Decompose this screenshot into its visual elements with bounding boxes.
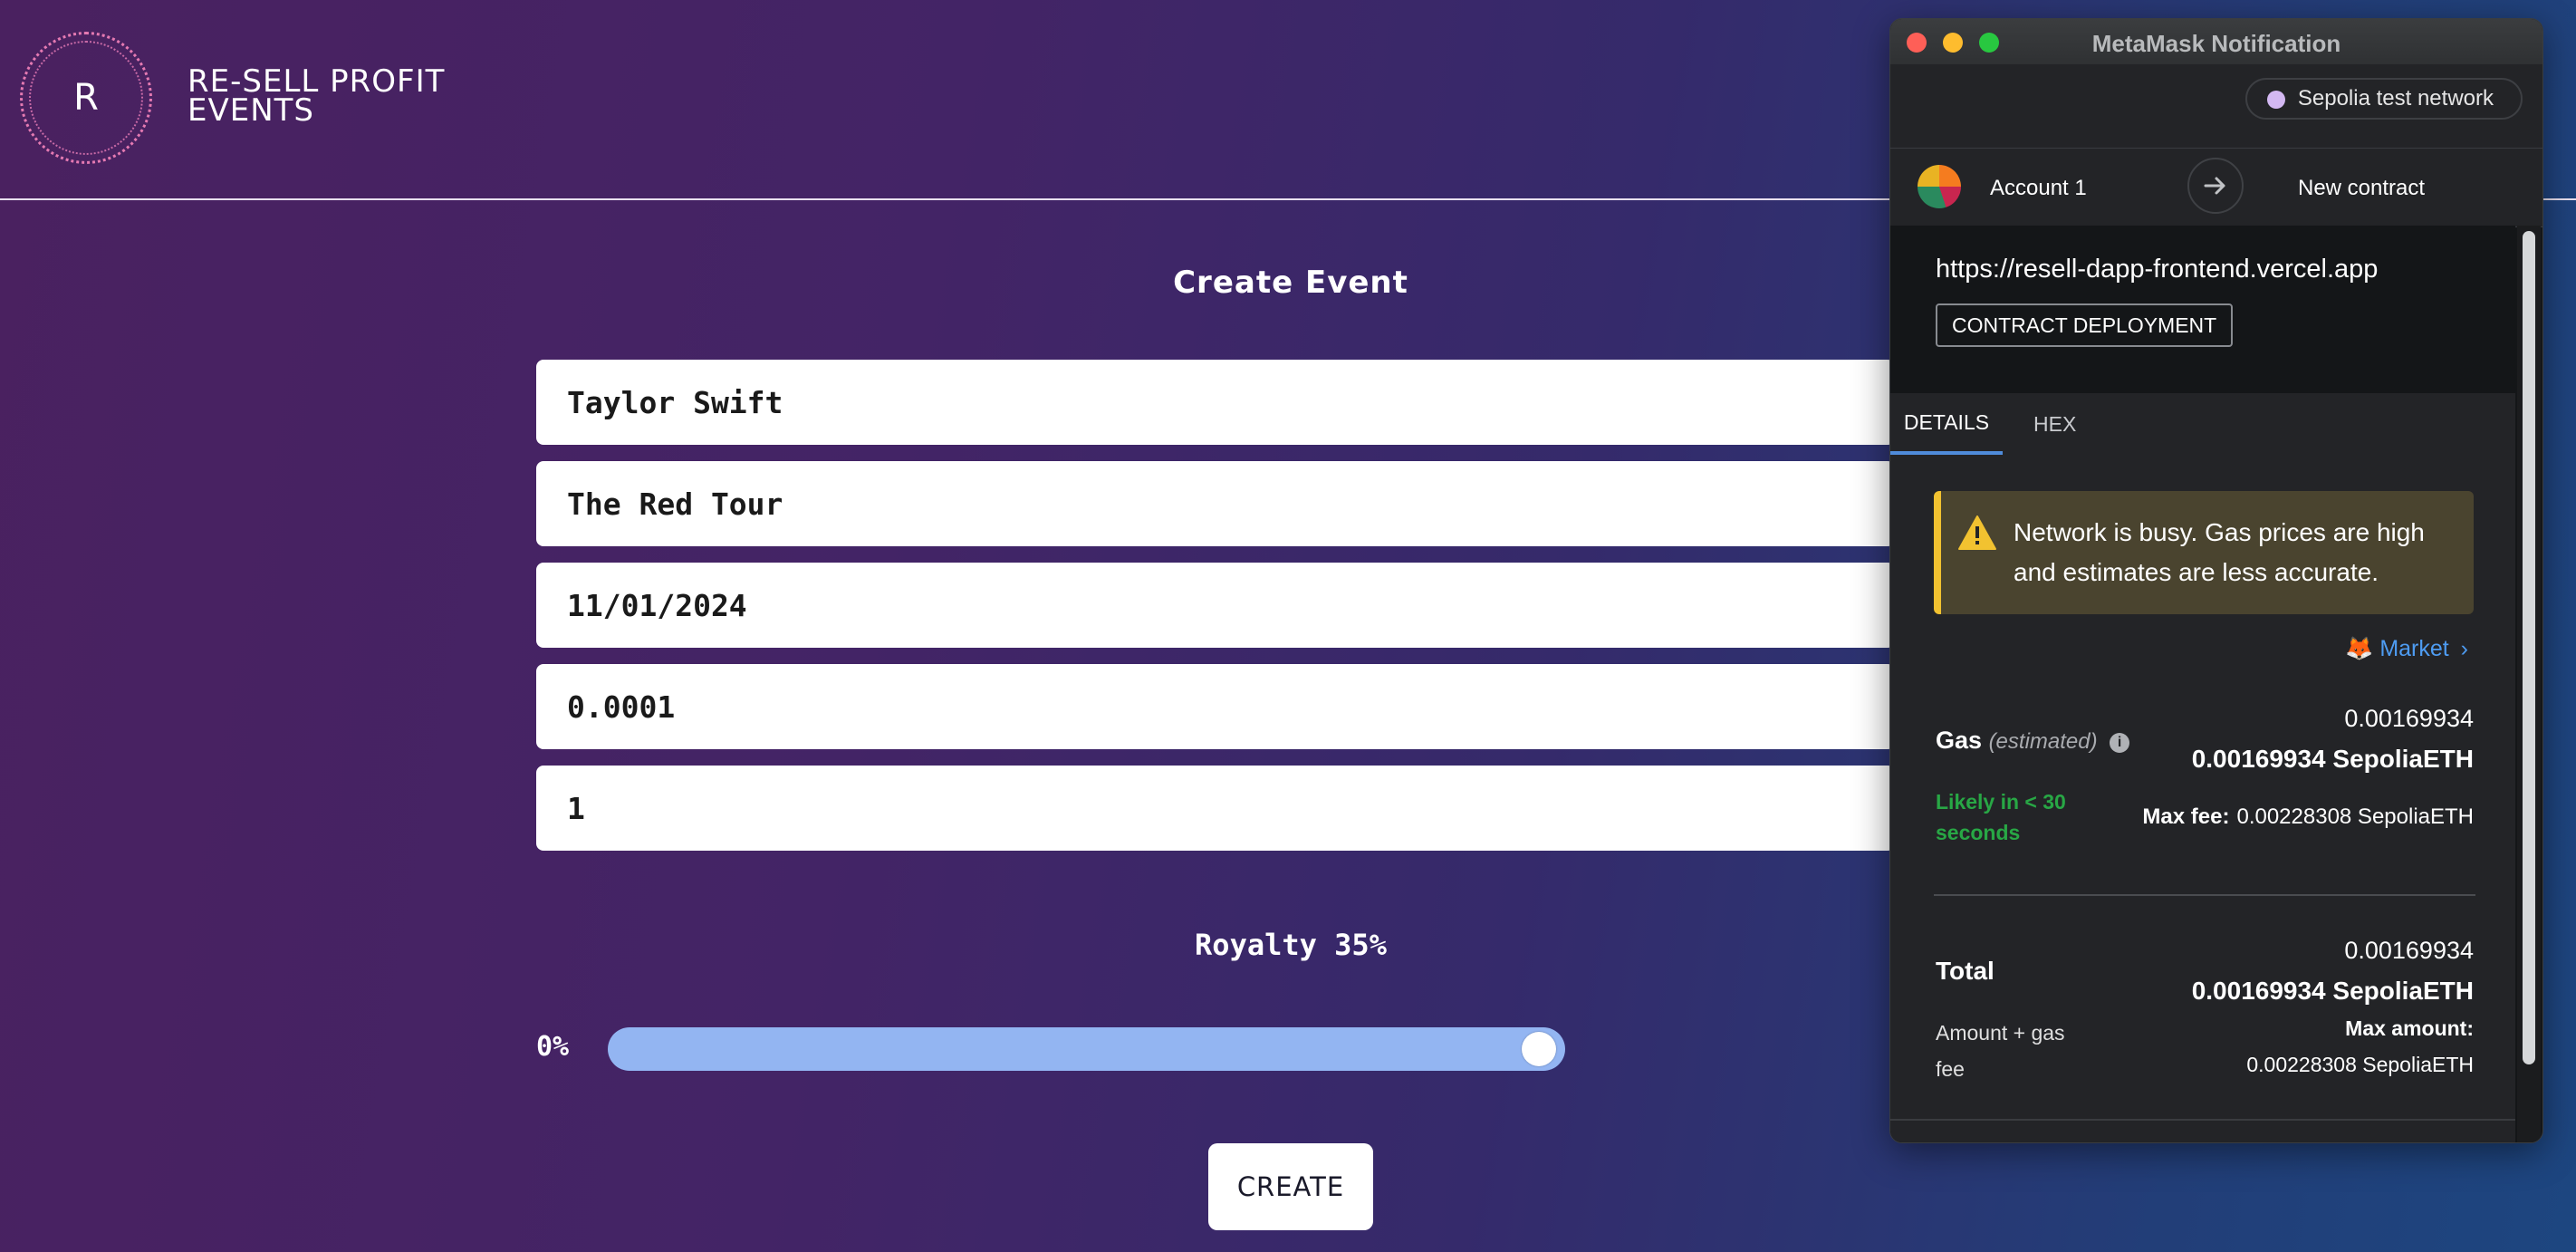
window-titlebar: MetaMask Notification xyxy=(1890,19,2542,65)
tab-hex[interactable]: HEX xyxy=(2033,393,2076,455)
footer-divider xyxy=(1890,1119,2515,1121)
max-fee-value: 0.00228308 SepoliaETH xyxy=(2236,804,2474,829)
brand-name[interactable]: RE-SELL PROFIT EVENTS xyxy=(187,66,445,129)
create-button[interactable]: CREATE xyxy=(1208,1143,1373,1230)
network-bar: Sepolia test network xyxy=(1890,64,2542,148)
network-dot-icon xyxy=(2266,91,2285,109)
total-sub-label: Amount + gas fee xyxy=(1936,1021,2065,1081)
section-divider xyxy=(1934,894,2475,896)
info-icon[interactable]: i xyxy=(2110,733,2130,753)
royalty-label: Royalty 35% xyxy=(1195,928,1387,962)
brand-line-2: EVENTS xyxy=(187,92,315,129)
warning-text: Network is busy. Gas prices are high and… xyxy=(2014,518,2425,586)
transaction-type-badge: CONTRACT DEPLOYMENT xyxy=(1936,303,2234,347)
origin-section: https://resell-dapp-frontend.vercel.app … xyxy=(1890,226,2515,393)
chevron-right-icon: › xyxy=(2460,636,2468,661)
artist-input[interactable]: Taylor Swift xyxy=(536,360,1895,445)
account-row: Account 1 New contract xyxy=(1890,148,2542,227)
metamask-window: MetaMask Notification Sepolia test netwo… xyxy=(1889,18,2543,1143)
total-amount: 0.00169934 xyxy=(2344,937,2474,964)
brand-logo[interactable]: R xyxy=(20,32,152,164)
network-selector[interactable]: Sepolia test network xyxy=(2244,78,2523,120)
gas-title: Gas xyxy=(1936,727,1983,754)
gas-label: Gas (estimated) i xyxy=(1936,727,2130,755)
max-fee: Max fee: 0.00228308 SepoliaETH xyxy=(2142,804,2474,830)
details-panel: Network is busy. Gas prices are high and… xyxy=(1890,455,2515,1142)
origin-url: https://resell-dapp-frontend.vercel.app xyxy=(1936,255,2379,284)
network-busy-warning: Network is busy. Gas prices are high and… xyxy=(1934,491,2474,614)
max-amount-value: 0.00228308 SepoliaETH xyxy=(2246,1053,2474,1076)
gas-speed-estimate: Likely in < 30 seconds xyxy=(1936,790,2066,844)
gas-amount: 0.00169934 xyxy=(2344,705,2474,732)
warning-triangle-icon xyxy=(1958,515,1996,550)
total-amount-eth: 0.00169934 SepoliaETH xyxy=(2191,977,2474,1005)
fox-icon: 🦊 xyxy=(2345,636,2374,661)
market-label: Market xyxy=(2379,636,2449,661)
quantity-input[interactable]: 1 xyxy=(536,766,1895,851)
event-name-input[interactable]: The Red Tour xyxy=(536,461,1895,546)
recipient-name: New contract xyxy=(2298,176,2426,200)
market-gas-link[interactable]: 🦊 Market › xyxy=(2345,636,2468,662)
gas-amount-eth: 0.00169934 SepoliaETH xyxy=(2191,745,2474,773)
max-amount-label: Max amount: xyxy=(2345,1016,2474,1040)
details-tabs: DETAILS HEX xyxy=(1890,393,2515,457)
royalty-slider[interactable] xyxy=(608,1027,1565,1071)
gas-estimated: (estimated) xyxy=(1988,729,2098,754)
arrow-right-icon xyxy=(2187,158,2244,214)
total-label: Total xyxy=(1936,957,1994,985)
page-title: Create Event xyxy=(1173,265,1408,301)
max-fee-label: Max fee: xyxy=(2142,804,2230,829)
account-avatar xyxy=(1918,165,1961,208)
tab-details[interactable]: DETAILS xyxy=(1890,393,2003,455)
logo-letter: R xyxy=(73,77,99,119)
date-input[interactable]: 11/01/2024 xyxy=(536,563,1895,648)
scrollbar-thumb[interactable] xyxy=(2523,231,2535,1064)
price-input[interactable]: 0.0001 xyxy=(536,664,1895,749)
account-name[interactable]: Account 1 xyxy=(1990,176,2087,201)
window-title: MetaMask Notification xyxy=(2091,30,2341,57)
network-name: Sepolia test network xyxy=(2297,86,2494,111)
slider-min-label: 0% xyxy=(536,1031,570,1063)
royalty-slider-thumb[interactable] xyxy=(1522,1032,1556,1066)
